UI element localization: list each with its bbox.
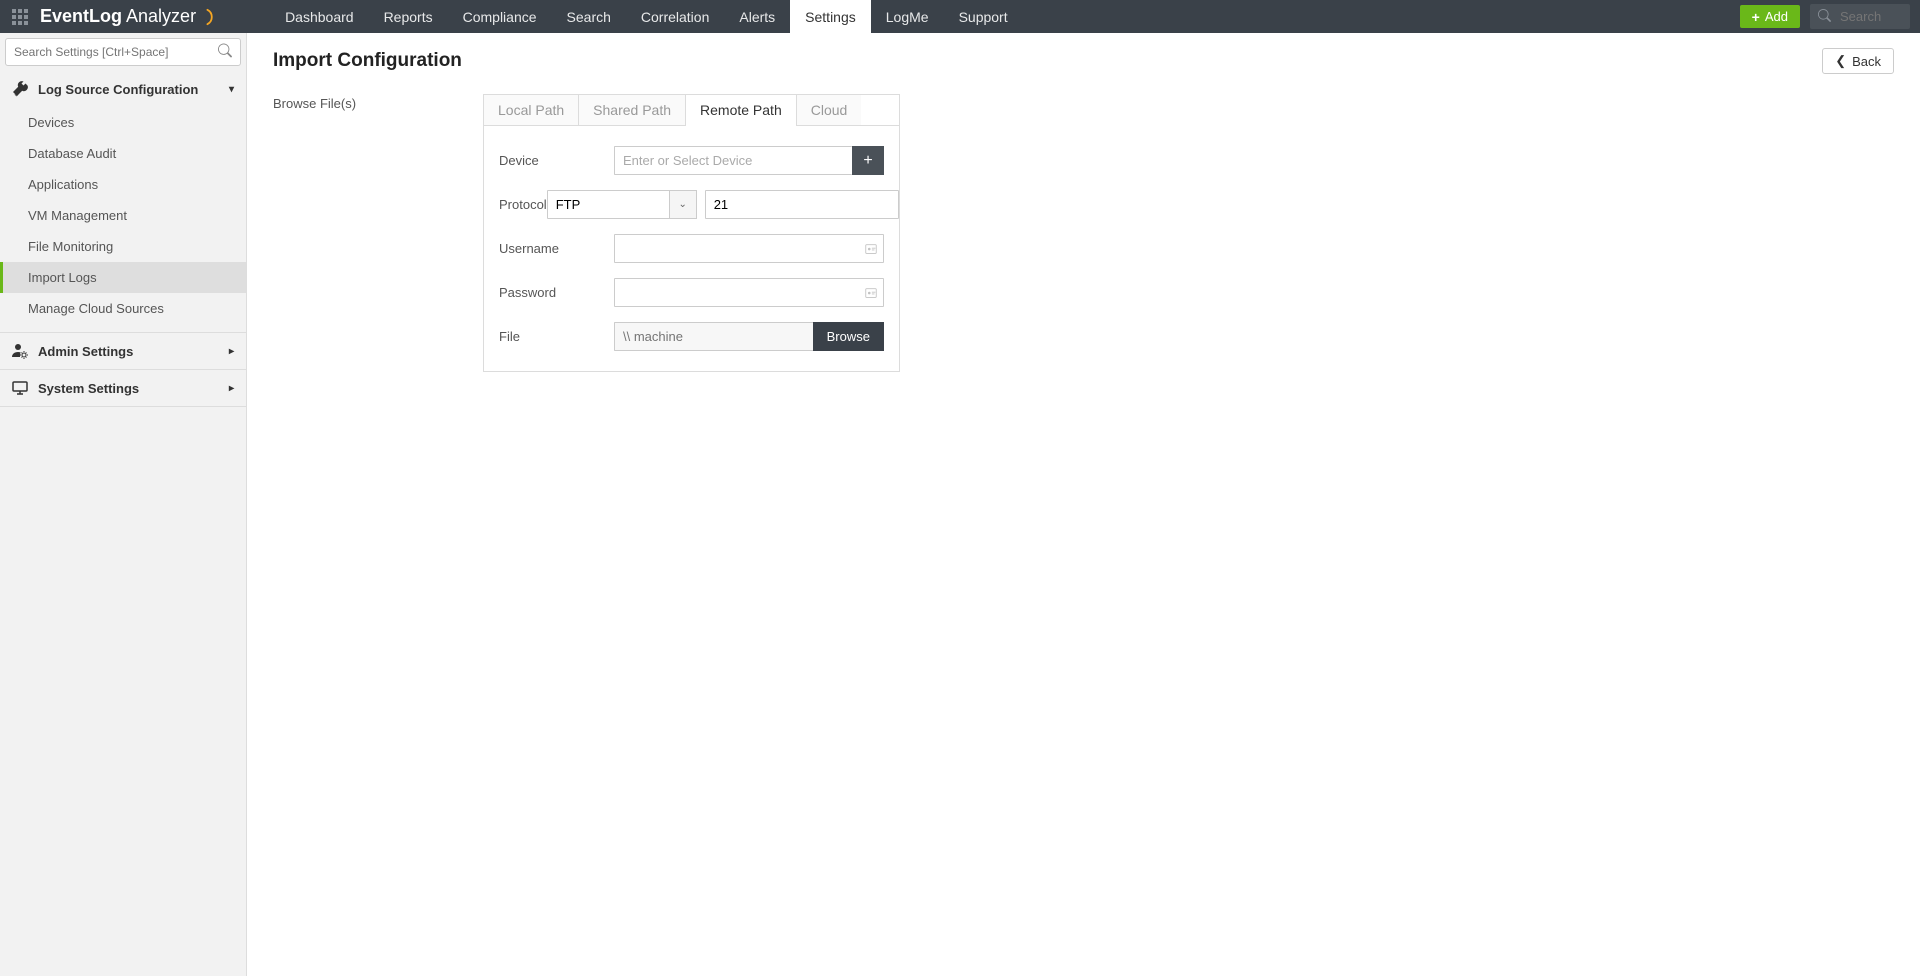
form-row-file: File Browse — [499, 322, 884, 351]
sidebar-header-label: Log Source Configuration — [38, 82, 198, 97]
sidebar-header-label: System Settings — [38, 381, 139, 396]
sidebar-item-manage-cloud-sources[interactable]: Manage Cloud Sources — [0, 293, 246, 324]
plus-icon: + — [863, 152, 872, 170]
sidebar-item-database-audit[interactable]: Database Audit — [0, 138, 246, 169]
sidebar-item-devices[interactable]: Devices — [0, 107, 246, 138]
file-input — [614, 322, 813, 351]
wrench-icon — [12, 81, 28, 97]
nav-dashboard[interactable]: Dashboard — [270, 0, 369, 33]
sidebar-item-vm-management[interactable]: VM Management — [0, 200, 246, 231]
sidebar-search-wrap — [0, 33, 246, 71]
browse-files-label: Browse File(s) — [273, 94, 453, 372]
top-search-wrap — [1810, 4, 1910, 29]
chevron-right-icon: ▸ — [229, 346, 234, 357]
username-input[interactable] — [614, 234, 884, 263]
tab-local-path[interactable]: Local Path — [484, 95, 579, 125]
device-input[interactable] — [614, 146, 852, 175]
content-row: Browse File(s) Local Path Shared Path Re… — [273, 94, 1894, 372]
nav-reports[interactable]: Reports — [369, 0, 448, 33]
sidebar-section-log-source: Log Source Configuration ▾ Devices Datab… — [0, 71, 246, 333]
top-navigation: EventLog Analyzer Dashboard Reports Comp… — [0, 0, 1920, 33]
autofill-icon — [864, 286, 878, 300]
sidebar-header-label: Admin Settings — [38, 344, 133, 359]
sidebar-item-file-monitoring[interactable]: File Monitoring — [0, 231, 246, 262]
page-title: Import Configuration — [273, 50, 462, 72]
main-content: Import Configuration ❮ Back Browse File(… — [247, 33, 1920, 976]
nav-search[interactable]: Search — [552, 0, 626, 33]
browse-button[interactable]: Browse — [813, 322, 884, 351]
protocol-label: Protocol — [499, 197, 547, 212]
app-name-suffix: Analyzer — [126, 6, 196, 26]
monitor-icon — [12, 380, 28, 396]
tabs: Local Path Shared Path Remote Path Cloud — [484, 95, 899, 126]
nav-alerts[interactable]: Alerts — [724, 0, 790, 33]
nav-logme[interactable]: LogMe — [871, 0, 944, 33]
back-button[interactable]: ❮ Back — [1822, 48, 1894, 74]
app-grid-icon[interactable] — [0, 0, 40, 33]
search-icon — [1818, 9, 1831, 25]
tab-cloud[interactable]: Cloud — [797, 95, 862, 125]
app-name-prefix: EventLog — [40, 6, 122, 26]
tab-remote-path[interactable]: Remote Path — [686, 95, 797, 125]
form-row-protocol: Protocol ⌄ — [499, 190, 884, 219]
container: Log Source Configuration ▾ Devices Datab… — [0, 33, 1920, 976]
add-label: Add — [1765, 9, 1788, 24]
sidebar-search-input[interactable] — [5, 38, 241, 66]
back-label: Back — [1852, 54, 1881, 69]
sidebar: Log Source Configuration ▾ Devices Datab… — [0, 33, 247, 976]
nav-compliance[interactable]: Compliance — [448, 0, 552, 33]
page-header: Import Configuration ❮ Back — [273, 48, 1894, 74]
nav-support[interactable]: Support — [944, 0, 1023, 33]
port-input[interactable] — [705, 190, 899, 219]
chevron-down-icon: ▾ — [229, 84, 234, 95]
logo-arc-icon — [202, 8, 220, 26]
sidebar-section-admin: Admin Settings ▸ — [0, 333, 246, 370]
sidebar-header-log-source[interactable]: Log Source Configuration ▾ — [0, 71, 246, 107]
sidebar-subitems: Devices Database Audit Applications VM M… — [0, 107, 246, 332]
protocol-select-wrap: ⌄ — [547, 190, 697, 219]
autofill-icon — [864, 242, 878, 256]
tab-shared-path[interactable]: Shared Path — [579, 95, 686, 125]
add-device-button[interactable]: + — [852, 146, 884, 175]
add-button[interactable]: + Add — [1740, 5, 1800, 28]
plus-icon: + — [1752, 10, 1760, 24]
device-label: Device — [499, 153, 614, 168]
password-label: Password — [499, 285, 614, 300]
sidebar-item-import-logs[interactable]: Import Logs — [0, 262, 246, 293]
chevron-left-icon: ❮ — [1835, 53, 1846, 69]
nav-items: Dashboard Reports Compliance Search Corr… — [270, 0, 1740, 33]
sidebar-header-admin[interactable]: Admin Settings ▸ — [0, 333, 246, 369]
chevron-right-icon: ▸ — [229, 383, 234, 394]
form-row-device: Device + — [499, 146, 884, 175]
search-icon[interactable] — [218, 44, 232, 61]
app-logo: EventLog Analyzer — [40, 6, 230, 27]
password-input[interactable] — [614, 278, 884, 307]
nav-correlation[interactable]: Correlation — [626, 0, 724, 33]
protocol-select[interactable] — [547, 190, 697, 219]
form-row-password: Password — [499, 278, 884, 307]
sidebar-section-system: System Settings ▸ — [0, 370, 246, 407]
sidebar-item-applications[interactable]: Applications — [0, 169, 246, 200]
user-gear-icon — [12, 343, 28, 359]
nav-right: + Add — [1740, 0, 1920, 33]
nav-settings[interactable]: Settings — [790, 0, 871, 33]
username-label: Username — [499, 241, 614, 256]
file-label: File — [499, 329, 614, 344]
sidebar-header-system[interactable]: System Settings ▸ — [0, 370, 246, 406]
form-body: Device + Protocol — [484, 126, 899, 371]
tab-panel: Local Path Shared Path Remote Path Cloud… — [483, 94, 900, 372]
form-row-username: Username — [499, 234, 884, 263]
